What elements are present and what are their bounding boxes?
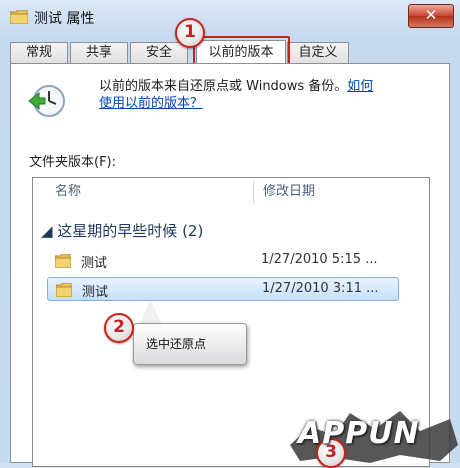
- help-link-part1[interactable]: 如何: [347, 79, 373, 94]
- tab-customize[interactable]: 自定义: [287, 42, 349, 63]
- callout-tooltip: 选中还原点: [133, 323, 247, 365]
- folder-versions-label: 文件夹版本(F):: [29, 155, 117, 170]
- tab-panel: 以前的版本来自还原点或 Windows 备份。如何 使用以前的版本？ 文件夹版本…: [10, 63, 450, 467]
- item-name: 测试: [81, 256, 108, 271]
- column-header-name[interactable]: 名称: [55, 178, 81, 206]
- callout-text: 选中还原点: [146, 337, 207, 351]
- close-button[interactable]: ✕: [408, 4, 454, 28]
- watermark-text: APPUN: [298, 416, 420, 451]
- group-header[interactable]: ◢ 这星期的早些时候 (2): [41, 220, 203, 241]
- folder-icon: [55, 254, 71, 268]
- restore-clock-icon: [28, 85, 65, 117]
- folder-icon: [56, 283, 72, 297]
- tab-sharing[interactable]: 共享: [70, 42, 128, 63]
- tab-general[interactable]: 常规: [10, 42, 68, 63]
- close-icon: ✕: [424, 6, 438, 24]
- step-badge-1: 1: [175, 18, 205, 48]
- tab-security[interactable]: 安全: [130, 42, 188, 63]
- column-header-date[interactable]: 修改日期: [263, 178, 315, 206]
- folder-icon: [10, 10, 28, 24]
- callout-pointer: [140, 300, 162, 324]
- description-text: 以前的版本来自还原点或 Windows 备份。如何 使用以前的版本？: [99, 79, 374, 111]
- step-badge-2: 2: [104, 313, 134, 343]
- column-separator[interactable]: [253, 180, 254, 204]
- item-name: 测试: [82, 285, 109, 300]
- list-item[interactable]: 测试 1/27/2010 5:15 ...: [47, 249, 399, 273]
- title-bar: 测试 属性 ✕: [0, 0, 460, 36]
- list-item-selected[interactable]: 测试 1/27/2010 3:11 ...: [47, 277, 399, 301]
- item-date: 1/27/2010 3:11 ...: [262, 281, 379, 296]
- help-link-part2[interactable]: 使用以前的版本？: [99, 96, 203, 111]
- item-date: 1/27/2010 5:15 ...: [261, 252, 378, 267]
- properties-dialog: 测试 属性 ✕ 常规 共享 安全 以前的版本 自定义 1 以前的版本来自还原点或…: [0, 0, 460, 468]
- window-title: 测试 属性: [34, 11, 95, 27]
